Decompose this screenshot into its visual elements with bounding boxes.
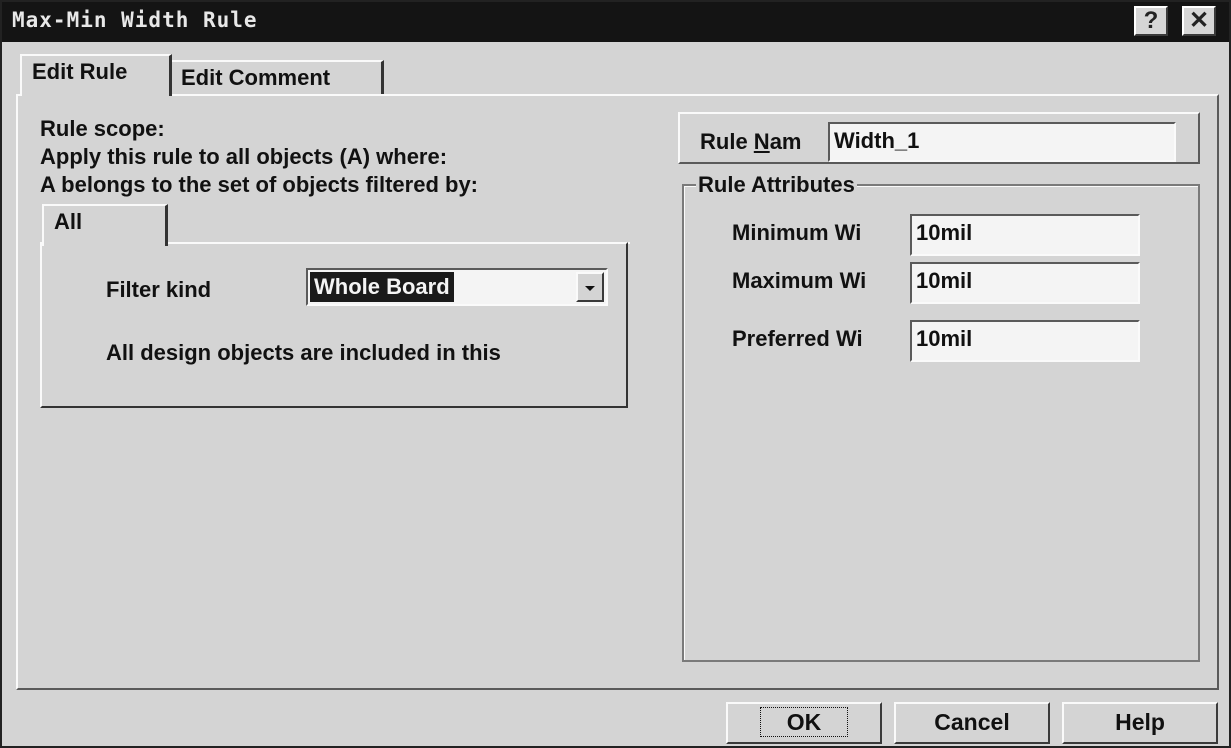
question-icon: ? [1143,7,1159,34]
dialog-window: Max-Min Width Rule ? ✕ Edit Rule Edit Co… [0,0,1231,748]
rule-scope-filter-text: A belongs to the set of objects filtered… [40,172,479,197]
filter-kind-selected-value: Whole Board [310,272,454,302]
maximum-width-label-wrap: Maximum Wi [732,264,910,300]
help-question-button[interactable]: ? [1134,6,1168,36]
minimum-width-label: Minimum Wi [732,220,862,245]
tab-edit-comment[interactable]: Edit Comment [170,60,384,94]
minimum-width-label-wrap: Minimum Wi [732,216,910,252]
preferred-width-label-wrap: Preferred Wi [732,322,910,358]
cancel-button[interactable]: Cancel [894,702,1050,744]
help-button-label: Help [1115,709,1165,735]
cancel-button-label: Cancel [934,709,1010,735]
ok-button-label: OK [759,707,849,737]
filter-kind-dropdown-button[interactable] [576,272,604,302]
rule-scope-heading: Rule scope: [40,116,165,141]
filter-tab-all[interactable]: All [42,204,168,246]
preferred-width-label: Preferred Wi [732,326,863,351]
filter-panel [40,242,628,408]
help-button[interactable]: Help [1062,702,1218,744]
rule-scope-apply-text: Apply this rule to all objects (A) where… [40,144,448,169]
filter-tab-all-label: All [54,209,83,234]
maximum-width-input[interactable]: 10mil [910,262,1140,304]
close-icon: ✕ [1188,7,1210,34]
title-bar: Max-Min Width Rule ? ✕ [2,2,1229,42]
tab-edit-rule-label: Edit Rule [32,59,128,84]
chevron-down-icon [585,286,595,291]
ok-button[interactable]: OK [726,702,882,744]
window-title: Max-Min Width Rule [12,8,258,32]
rule-attributes-label: Rule Attributes [696,172,857,198]
minimum-width-input[interactable]: 10mil [910,214,1140,256]
close-button[interactable]: ✕ [1182,6,1216,36]
rule-name-label: Rule Nam [700,129,802,154]
rule-name-input[interactable]: Width_1 [828,122,1176,162]
tab-edit-rule[interactable]: Edit Rule [20,54,172,96]
filter-kind-select[interactable]: Whole Board [306,268,608,306]
filter-description: All design objects are included in this [106,340,501,365]
tab-edit-comment-label: Edit Comment [181,65,331,90]
preferred-width-input[interactable]: 10mil [910,320,1140,362]
maximum-width-label: Maximum Wi [732,268,867,293]
filter-kind-label: Filter kind [106,277,212,302]
